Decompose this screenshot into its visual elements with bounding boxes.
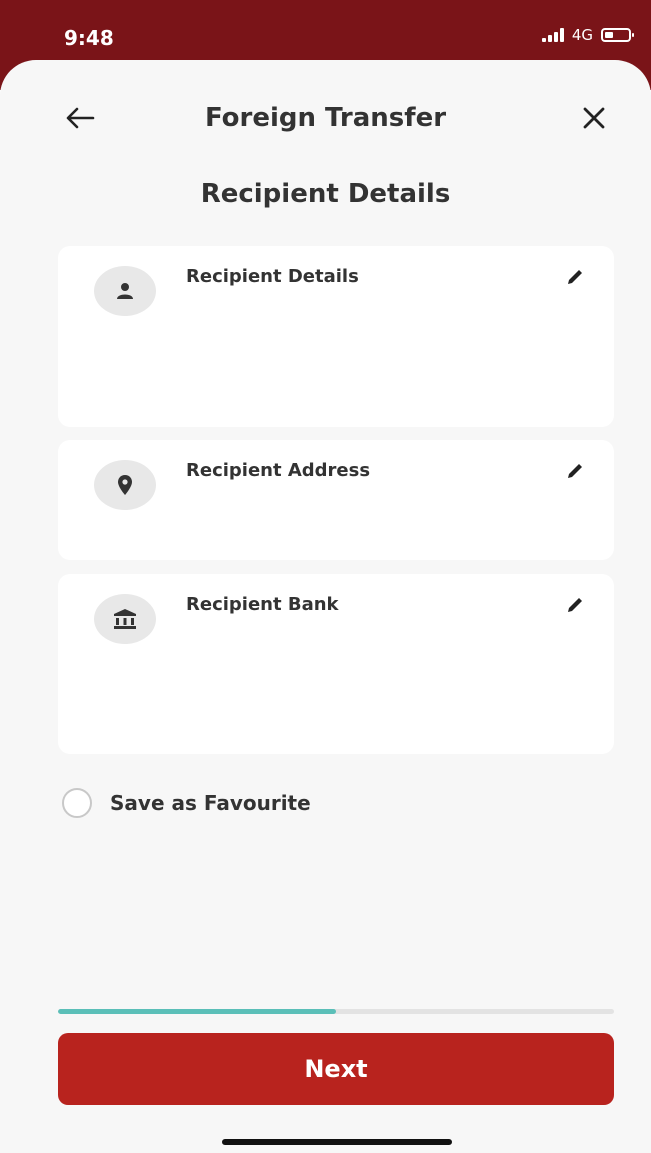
home-indicator — [222, 1139, 452, 1145]
status-indicators: 4G — [541, 26, 634, 44]
battery-icon — [601, 28, 634, 42]
signal-icon — [541, 28, 564, 42]
progress-fill — [58, 1009, 336, 1014]
bank-icon — [94, 594, 156, 644]
pencil-icon — [568, 464, 582, 478]
next-button[interactable]: Next — [58, 1033, 614, 1105]
edit-recipient-address-button[interactable] — [562, 458, 588, 484]
recipient-address-card[interactable]: Recipient Address — [58, 440, 614, 560]
save-favourite-row[interactable]: Save as Favourite — [62, 788, 311, 818]
page-title: Recipient Details — [200, 179, 451, 209]
close-icon — [583, 107, 605, 129]
close-button[interactable] — [574, 100, 614, 136]
header-title: Foreign Transfer — [204, 103, 447, 133]
pencil-icon — [568, 270, 582, 284]
save-favourite-radio[interactable] — [62, 788, 92, 818]
pencil-icon — [568, 598, 582, 612]
edit-recipient-details-button[interactable] — [562, 264, 588, 290]
edit-recipient-bank-button[interactable] — [562, 592, 588, 618]
card-label: Recipient Details — [186, 266, 359, 287]
card-label: Recipient Address — [186, 460, 371, 481]
recipient-details-card[interactable]: Recipient Details — [58, 246, 614, 427]
recipient-bank-card[interactable]: Recipient Bank — [58, 574, 614, 754]
save-favourite-label: Save as Favourite — [110, 791, 311, 815]
progress-bar — [58, 1009, 614, 1014]
card-label: Recipient Bank — [186, 594, 339, 615]
status-time: 9:48 — [64, 26, 114, 50]
location-pin-icon — [94, 460, 156, 510]
person-icon — [94, 266, 156, 316]
network-label: 4G — [571, 26, 593, 44]
